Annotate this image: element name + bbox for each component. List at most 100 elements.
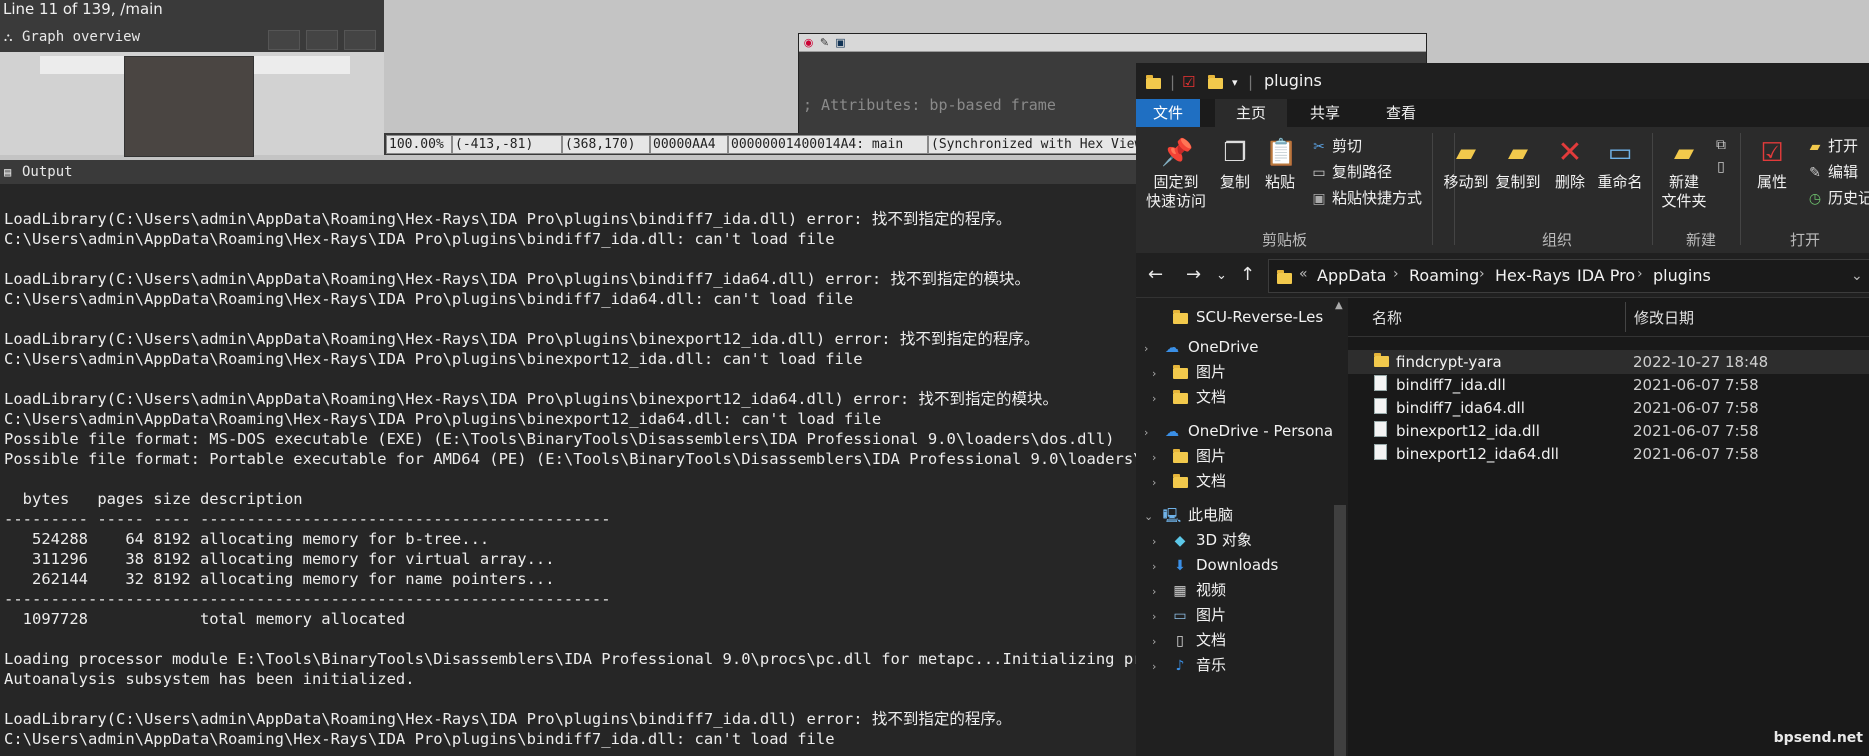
forward-button[interactable]: →: [1186, 264, 1201, 285]
watermark-text: bpsend.net: [1773, 730, 1863, 746]
edit-button[interactable]: ✎ 编辑: [1806, 161, 1858, 182]
folder-icon: [1170, 469, 1190, 495]
history-button[interactable]: ◷ 历史记: [1806, 187, 1869, 208]
address-box[interactable]: « AppData › Roaming › Hex-Rays › IDA Pro…: [1268, 259, 1869, 293]
graph-icon: ⛬: [4, 30, 13, 44]
copy-path-label: 复制路径: [1332, 163, 1393, 181]
easy-access-button[interactable]: ▯: [1712, 157, 1734, 175]
graph-overview-panel: Line 11 of 139, /main ⛬ Graph overview: [0, 0, 384, 157]
new-folder-button[interactable]: ▰ 新建 文件夹: [1656, 137, 1712, 211]
tab-home[interactable]: 主页: [1215, 99, 1287, 127]
breadcrumb-separator[interactable]: ›: [1479, 266, 1485, 282]
delete-button[interactable]: ✕ 删除: [1548, 137, 1592, 192]
file-explorer-window[interactable]: | ☑ ▾ | plugins 文件 主页 共享 查看 📌 固定到 快速访问 ❐…: [1136, 63, 1869, 756]
breadcrumb-separator[interactable]: ›: [1637, 266, 1643, 282]
window-title: plugins: [1264, 71, 1322, 90]
column-date[interactable]: 修改日期: [1634, 307, 1694, 328]
paste-button[interactable]: 📋 粘贴: [1258, 137, 1302, 192]
pin-label: 固定到 快速访问: [1145, 173, 1206, 210]
move-to-button[interactable]: ▰ 移动到: [1440, 137, 1492, 192]
nav-item[interactable]: › ▦ 视频: [1152, 577, 1226, 603]
open-icon: ▰: [1809, 139, 1821, 155]
scroll-up-icon[interactable]: ▲: [1335, 300, 1343, 311]
explorer-titlebar: | ☑ ▾ | plugins: [1136, 63, 1869, 99]
column-name[interactable]: 名称: [1372, 307, 1402, 328]
nav-item[interactable]: › ♪ 音乐: [1152, 652, 1226, 678]
nav-item-onedrive-personal[interactable]: › ☁ OneDrive - Persona: [1144, 418, 1333, 444]
breadcrumb-hex-rays[interactable]: Hex-Rays: [1495, 266, 1570, 285]
breadcrumb-plugins[interactable]: plugins: [1653, 266, 1711, 285]
chevron-down-icon[interactable]: ▾: [1232, 76, 1238, 89]
file-row[interactable]: binexport12_ida64.dll 2021-06-07 7:58: [1348, 442, 1869, 466]
pencil-icon[interactable]: ✎: [818, 36, 831, 49]
properties-icon[interactable]: ☑: [1182, 73, 1195, 91]
graph-overview-restore-button[interactable]: [306, 30, 338, 50]
rename-button[interactable]: ▭ 重命名: [1592, 137, 1648, 192]
graph-overview-canvas[interactable]: [0, 52, 384, 157]
copy-button[interactable]: ❐ 复制: [1212, 137, 1258, 192]
file-row[interactable]: findcrypt-yara 2022-10-27 18:48: [1348, 350, 1869, 374]
history-label: 历史记: [1828, 189, 1869, 207]
breadcrumb-roaming[interactable]: Roaming: [1409, 266, 1479, 285]
pin-quick-access-button[interactable]: 📌 固定到 快速访问: [1142, 137, 1210, 211]
breadcrumb-ida-pro[interactable]: IDA Pro: [1577, 266, 1635, 285]
nav-item[interactable]: › 图片: [1152, 443, 1226, 469]
sync-status: (Synchronized with Hex View-1): [928, 135, 1138, 154]
breadcrumb-separator[interactable]: ›: [1561, 266, 1567, 282]
output-title: Output: [22, 164, 73, 180]
file-row[interactable]: bindiff7_ida.dll 2021-06-07 7:58: [1348, 373, 1869, 397]
graph-overview-float-button[interactable]: [268, 30, 300, 50]
back-button[interactable]: ←: [1148, 264, 1163, 285]
nav-item[interactable]: › ◆ 3D 对象: [1152, 527, 1252, 553]
nav-item[interactable]: › 文档: [1152, 468, 1226, 494]
tab-share[interactable]: 共享: [1287, 99, 1363, 127]
copy-path-button[interactable]: ▭ 复制路径: [1310, 161, 1392, 182]
new-item-button[interactable]: ⧉: [1712, 135, 1734, 153]
file-row[interactable]: bindiff7_ida64.dll 2021-06-07 7:58: [1348, 396, 1869, 420]
nav-item-label: 3D 对象: [1196, 531, 1252, 549]
file-row[interactable]: binexport12_ida.dll 2021-06-07 7:58: [1348, 419, 1869, 443]
nav-item-label: 文档: [1196, 631, 1227, 649]
recent-locations-button[interactable]: ⌄: [1216, 268, 1227, 283]
breadcrumb-appdata[interactable]: AppData: [1317, 266, 1386, 285]
graph-icon[interactable]: ▣: [834, 36, 847, 49]
nav-item[interactable]: › 文档: [1152, 384, 1226, 410]
nav-item[interactable]: › ▭ 图片: [1152, 602, 1226, 628]
tab-file[interactable]: 文件: [1136, 99, 1200, 127]
file-list: 名称 修改日期 findcrypt-yara 2022-10-27 18:48 b…: [1348, 298, 1869, 756]
nav-item-onedrive[interactable]: › ☁ OneDrive: [1144, 334, 1259, 360]
breadcrumb-overflow[interactable]: «: [1299, 266, 1308, 282]
group-organize-label: 组织: [1542, 231, 1573, 249]
nav-item[interactable]: SCU-Reverse-Les: [1152, 304, 1323, 330]
output-window[interactable]: LoadLibrary(C:\Users\admin\AppData\Roami…: [0, 184, 1136, 756]
cut-button[interactable]: ✂ 剪切: [1310, 135, 1362, 156]
up-button[interactable]: ↑: [1240, 264, 1255, 285]
open-button[interactable]: ▰ 打开: [1806, 135, 1858, 156]
nav-item[interactable]: › ▯ 文档: [1152, 627, 1226, 653]
properties-button[interactable]: ☑ 属性: [1748, 137, 1796, 192]
copy-to-button[interactable]: ▰ 复制到: [1492, 137, 1544, 192]
document-icon: ▯: [1176, 633, 1184, 649]
folder-icon: [1374, 350, 1389, 374]
nav-scrollbar-thumb[interactable]: [1334, 505, 1346, 756]
paste-shortcut-button[interactable]: ▣ 粘贴快捷方式: [1310, 187, 1422, 208]
chevron-down-icon[interactable]: ⌄: [1851, 268, 1863, 284]
color-wheel-icon[interactable]: ◉: [802, 36, 815, 49]
tab-view[interactable]: 查看: [1363, 99, 1439, 127]
graph-viewport-rect[interactable]: [124, 56, 254, 157]
nav-item[interactable]: › ⬇ Downloads: [1152, 552, 1278, 578]
nav-item[interactable]: › 图片: [1152, 359, 1226, 385]
cloud-icon: ☁: [1165, 340, 1179, 356]
breadcrumb-separator[interactable]: ›: [1393, 266, 1399, 282]
pin-icon: 📌: [1161, 138, 1194, 168]
new-folder-icon[interactable]: [1208, 73, 1223, 91]
edit-label: 编辑: [1828, 163, 1859, 181]
column-divider[interactable]: [1625, 302, 1626, 332]
nav-item-this-pc[interactable]: ⌄ 🖳 此电脑: [1144, 502, 1233, 528]
nav-item-label: SCU-Reverse-Les: [1196, 308, 1324, 326]
copy-to-icon: ▰: [1508, 138, 1528, 168]
file-date: 2021-06-07 7:58: [1633, 422, 1759, 440]
graph-overview-close-button[interactable]: [344, 30, 376, 50]
